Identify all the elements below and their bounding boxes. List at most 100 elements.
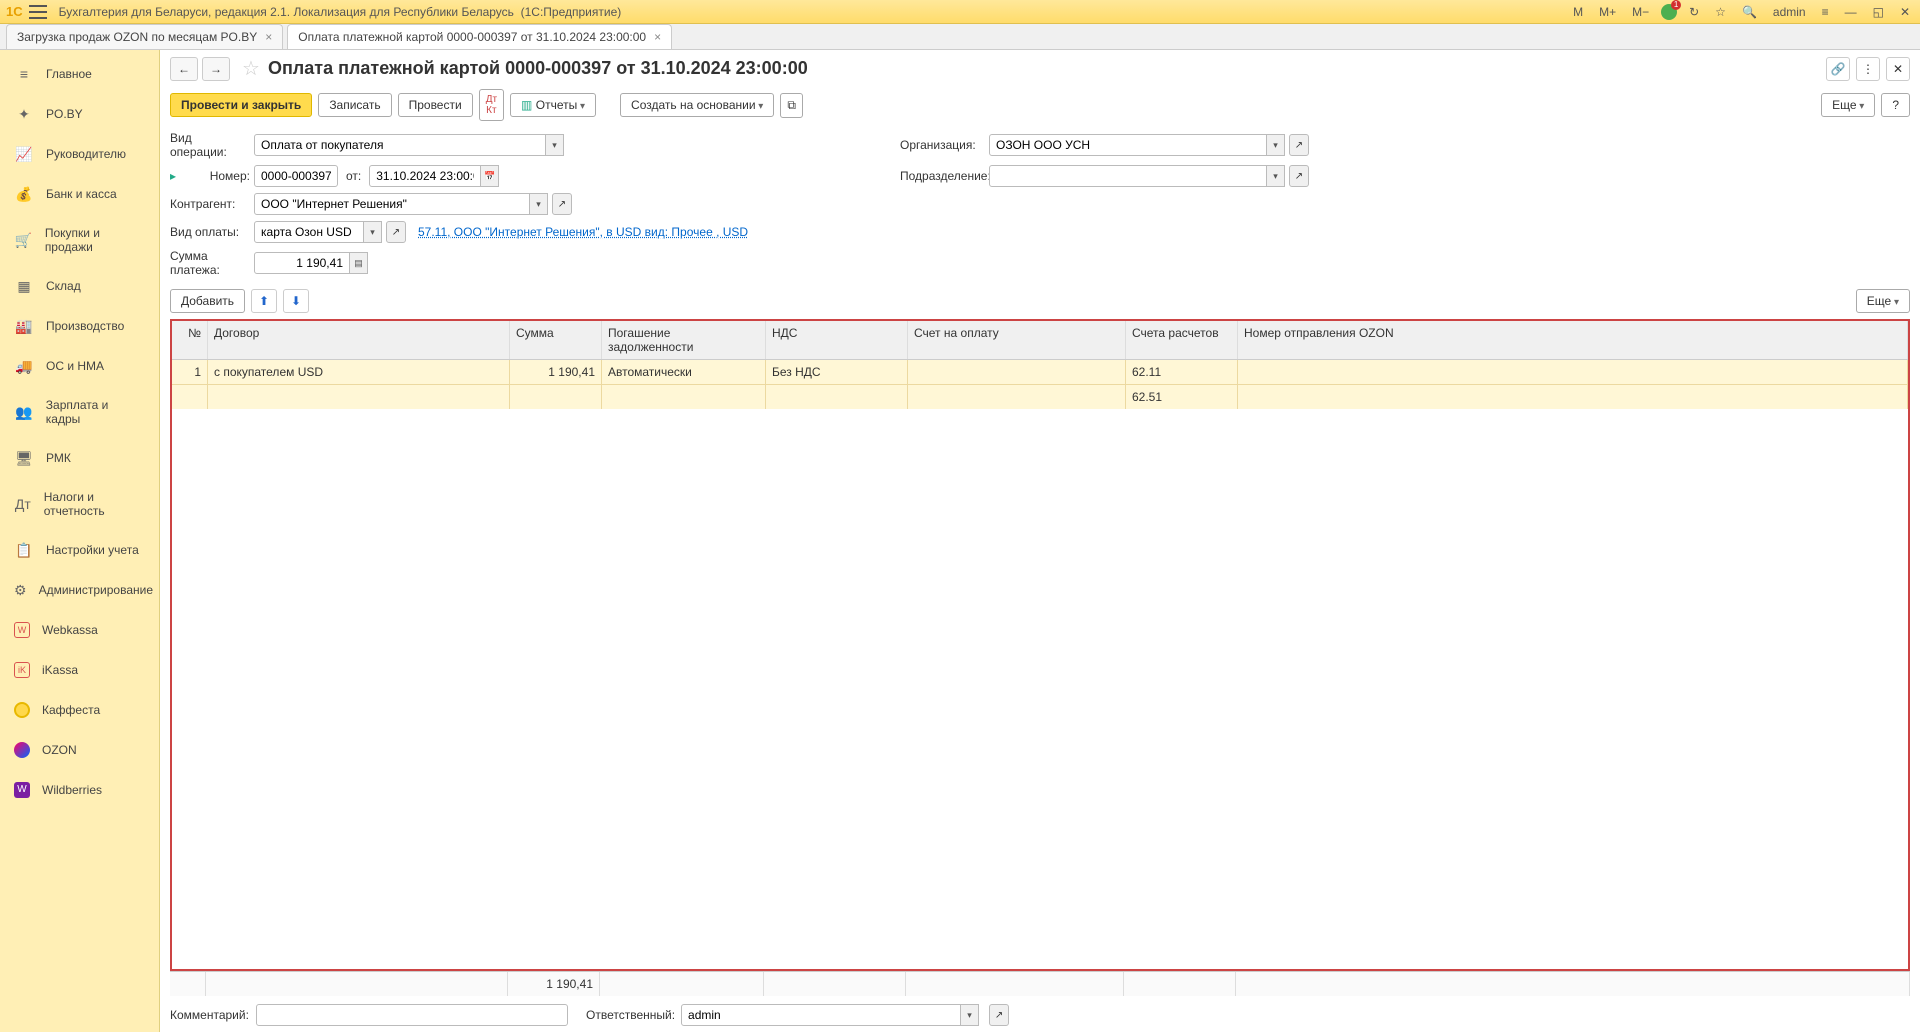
create-based-button[interactable]: Создать на основании — [620, 93, 774, 117]
sidebar-item-manager[interactable]: 📈Руководителю — [0, 134, 159, 174]
col-invoice[interactable]: Счет на оплату — [908, 321, 1126, 359]
sidebar-item-assets[interactable]: 🚚ОС и НМА — [0, 346, 159, 386]
more-button[interactable]: Еще — [1821, 93, 1875, 117]
reports-button[interactable]: ▥ Отчеты — [510, 93, 596, 117]
sidebar-item-ikassa[interactable]: iKiKassa — [0, 650, 159, 690]
open-responsible-button[interactable]: ↗ — [989, 1004, 1009, 1026]
sidebar-item-warehouse[interactable]: ▦Склад — [0, 266, 159, 306]
chevron-down-icon[interactable]: ▾ — [364, 221, 382, 243]
cell-num[interactable]: 1 — [172, 360, 208, 384]
sidebar-item-webkassa[interactable]: WWebkassa — [0, 610, 159, 650]
search-icon[interactable]: 🔍 — [1738, 3, 1761, 21]
chevron-down-icon[interactable]: ▾ — [530, 193, 548, 215]
cell-ozon[interactable] — [1238, 360, 1908, 384]
more-menu-icon[interactable]: ⋮ — [1856, 57, 1880, 81]
memory-m[interactable]: M — [1569, 3, 1587, 21]
table-header: № Договор Сумма Погашение задолженности … — [172, 321, 1908, 360]
chevron-down-icon[interactable]: ▾ — [1267, 134, 1285, 156]
open-dept-button[interactable]: ↗ — [1289, 165, 1309, 187]
sidebar-item-sales[interactable]: 🛒Покупки и продажи — [0, 214, 159, 266]
calculator-icon[interactable]: ▤ — [350, 252, 368, 274]
sidebar-item-production[interactable]: 🏭Производство — [0, 306, 159, 346]
save-button[interactable]: Записать — [318, 93, 391, 117]
open-org-button[interactable]: ↗ — [1289, 134, 1309, 156]
col-sum[interactable]: Сумма — [510, 321, 602, 359]
cell-sum[interactable]: 1 190,41 — [510, 360, 602, 384]
nav-forward-button[interactable]: → — [202, 57, 230, 81]
account-link[interactable]: 57.11, ООО "Интернет Решения", в USD вид… — [418, 225, 748, 239]
open-paytype-button[interactable]: ↗ — [386, 221, 406, 243]
cell-invoice[interactable] — [908, 360, 1126, 384]
amount-input[interactable] — [254, 252, 350, 274]
calendar-icon[interactable]: 📅 — [481, 165, 499, 187]
close-window-icon[interactable]: ✕ — [1896, 3, 1914, 21]
close-form-icon[interactable]: ✕ — [1886, 57, 1910, 81]
post-and-close-button[interactable]: Провести и закрыть — [170, 93, 312, 117]
chevron-down-icon[interactable]: ▾ — [546, 134, 564, 156]
dept-label: Подразделение: — [900, 169, 985, 183]
chevron-down-icon[interactable]: ▾ — [1267, 165, 1285, 187]
move-up-button[interactable]: ⬆ — [251, 289, 277, 313]
cell-repayment[interactable]: Автоматически — [602, 360, 766, 384]
cell-acc2[interactable]: 62.51 — [1126, 384, 1238, 409]
chevron-down-icon[interactable]: ▾ — [961, 1004, 979, 1026]
cell-contract[interactable]: с покупателем USD — [208, 360, 510, 384]
sidebar: ≡Главное ✦PO.BY 📈Руководителю 💰Банк и ка… — [0, 50, 160, 1032]
col-accounts[interactable]: Счета расчетов — [1126, 321, 1238, 359]
counterparty-select[interactable] — [254, 193, 530, 215]
memory-mminus[interactable]: M− — [1628, 3, 1653, 21]
favorite-icon[interactable]: ☆ — [1711, 3, 1730, 21]
memory-mplus[interactable]: M+ — [1595, 3, 1620, 21]
col-repayment[interactable]: Погашение задолженности — [602, 321, 766, 359]
comment-input[interactable] — [256, 1004, 568, 1026]
col-num[interactable]: № — [172, 321, 208, 359]
sidebar-item-admin[interactable]: ⚙Администрирование — [0, 570, 159, 610]
hamburger-icon[interactable] — [29, 5, 47, 19]
tab-card-payment[interactable]: Оплата платежной картой 0000-000397 от 3… — [287, 24, 672, 49]
structure-button[interactable]: ⧉ — [780, 93, 803, 118]
tab-ozon-load[interactable]: Загрузка продаж OZON по месяцам PO.BY× — [6, 24, 283, 49]
dept-select[interactable] — [989, 165, 1267, 187]
sidebar-item-bank[interactable]: 💰Банк и касса — [0, 174, 159, 214]
notifications-icon[interactable] — [1661, 4, 1677, 20]
sidebar-item-tax[interactable]: ДтНалоги и отчетность — [0, 478, 159, 530]
sidebar-item-ozon[interactable]: OZON — [0, 730, 159, 770]
sidebar-item-kaffesta[interactable]: Каффеста — [0, 690, 159, 730]
dtkt-button[interactable]: ДтКт — [479, 89, 504, 121]
help-button[interactable]: ? — [1881, 93, 1910, 117]
move-down-button[interactable]: ⬇ — [283, 289, 309, 313]
paytype-select[interactable] — [254, 221, 364, 243]
number-input[interactable] — [254, 165, 338, 187]
sidebar-item-wildberries[interactable]: WWildberries — [0, 770, 159, 810]
sidebar-item-hr[interactable]: 👥Зарплата и кадры — [0, 386, 159, 438]
close-icon[interactable]: × — [265, 30, 272, 44]
table-more-button[interactable]: Еще — [1856, 289, 1910, 313]
history-icon[interactable]: ↻ — [1685, 3, 1703, 21]
settings-icon[interactable]: ≡ — [1818, 3, 1833, 21]
user-label[interactable]: admin — [1769, 3, 1810, 21]
sidebar-item-main[interactable]: ≡Главное — [0, 54, 159, 94]
org-select[interactable] — [989, 134, 1267, 156]
sidebar-item-rmk[interactable]: 🖥РМК — [0, 438, 159, 478]
add-row-button[interactable]: Добавить — [170, 289, 245, 313]
star-icon[interactable]: ☆ — [242, 56, 260, 81]
operation-select[interactable] — [254, 134, 546, 156]
datetime-input[interactable] — [369, 165, 481, 187]
minimize-icon[interactable]: — — [1841, 3, 1861, 21]
col-contract[interactable]: Договор — [208, 321, 510, 359]
table-row[interactable]: 62.51 — [172, 384, 1908, 409]
sidebar-item-poby[interactable]: ✦PO.BY — [0, 94, 159, 134]
responsible-select[interactable] — [681, 1004, 961, 1026]
col-ozon-shipment[interactable]: Номер отправления OZON — [1238, 321, 1908, 359]
open-counterparty-button[interactable]: ↗ — [552, 193, 572, 215]
link-icon[interactable]: 🔗 — [1826, 57, 1850, 81]
post-button[interactable]: Провести — [398, 93, 473, 117]
cell-vat[interactable]: Без НДС — [766, 360, 908, 384]
nav-back-button[interactable]: ← — [170, 57, 198, 81]
table-row[interactable]: 1 с покупателем USD 1 190,41 Автоматичес… — [172, 360, 1908, 384]
col-vat[interactable]: НДС — [766, 321, 908, 359]
close-icon[interactable]: × — [654, 30, 661, 44]
sidebar-item-acc-settings[interactable]: 📋Настройки учета — [0, 530, 159, 570]
cell-acc1[interactable]: 62.11 — [1126, 360, 1238, 384]
maximize-icon[interactable]: ◱ — [1869, 3, 1888, 21]
